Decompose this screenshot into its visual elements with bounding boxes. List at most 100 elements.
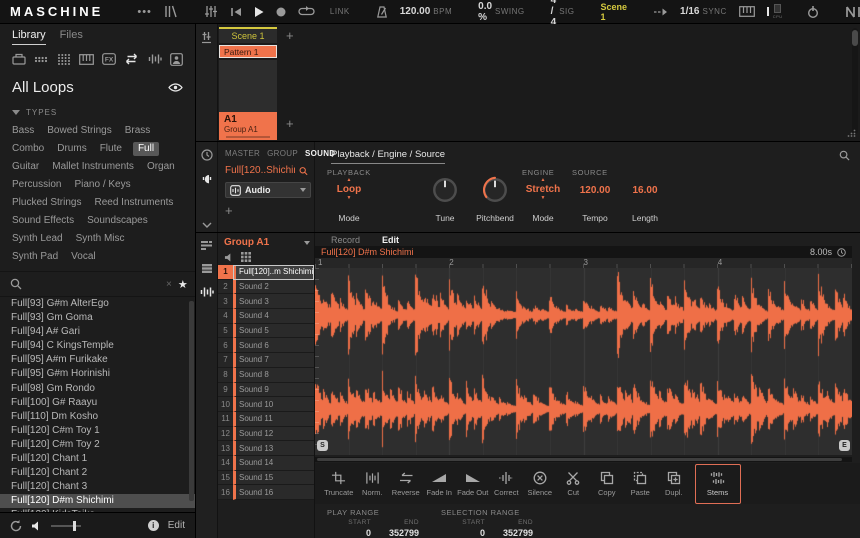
tool-button[interactable]: Correct [490,465,524,503]
sound-row[interactable]: 8 Sound 8 [218,368,314,383]
add-group-button[interactable]: + [286,117,294,130]
record-button[interactable] [270,0,292,24]
sound-row[interactable]: 5 Sound 5 [218,324,314,339]
sound-row[interactable]: 16 Sound 16 [218,485,314,500]
mixer-toggle-icon[interactable] [198,0,224,24]
play-start-value[interactable]: 0 [327,528,371,538]
selection-start-value[interactable]: 0 [441,528,485,538]
plugin-view-icon[interactable] [201,173,213,185]
grid-field[interactable]: 1/16SYNC [674,0,733,24]
type-tag[interactable]: Sound Effects [12,215,74,227]
bpm-field[interactable]: 120.00BPM [394,0,458,24]
type-tag[interactable]: Plucked Strings [12,197,81,209]
plugin-slot-dropdown[interactable]: Audio [225,182,311,198]
focused-sound-name[interactable]: Full[120..Shichimi [225,165,308,176]
type-tag[interactable]: Combo [12,143,44,155]
sampler-view-icon[interactable] [200,286,214,298]
resize-grip[interactable] [847,129,856,137]
tool-button[interactable]: Reverse [389,465,423,503]
waveform-hscrollbar[interactable] [315,457,852,462]
engine-mode-selector[interactable]: ▲ Stretch ▼ [526,178,560,201]
panel-zoom-icon[interactable] [839,150,850,161]
favorites-filter-icon[interactable]: ★ [178,278,188,291]
type-tag[interactable]: Guitar [12,161,39,173]
sound-row[interactable]: 11 Sound 11 [218,412,314,427]
result-item[interactable]: Full[120] Chant 3 [0,480,195,494]
play-end-value[interactable]: 352799 [375,528,419,538]
projects-icon[interactable] [12,53,26,65]
loops-icon[interactable] [124,53,139,65]
keyboard-button[interactable] [733,0,761,24]
editor-tab[interactable]: Record [331,235,360,246]
prehear-volume-slider[interactable] [51,525,81,527]
play-button[interactable] [248,0,270,24]
scene-tab[interactable]: Scene 1 [219,27,277,43]
tempo-value[interactable]: 120.00 [580,185,611,196]
spin-down-icon[interactable]: ▼ [347,196,352,201]
type-tag[interactable]: Synth Lead [12,233,63,245]
result-item[interactable]: Full[95] A#m Furikake [0,353,195,367]
results-scrollbar[interactable] [189,301,194,501]
loop-button[interactable] [292,0,321,24]
result-item[interactable]: Full[98] Gm Rondo [0,382,195,396]
selection-end-value[interactable]: 352799 [489,528,533,538]
sound-row[interactable]: 2 Sound 2 [218,280,314,295]
type-tag[interactable]: Synth Misc [76,233,125,245]
waveform-canvas[interactable] [315,268,852,455]
type-tag[interactable]: Full [133,142,159,156]
spin-up-icon[interactable]: ▲ [347,178,352,183]
tool-button[interactable]: Fade In [423,465,457,503]
pattern-block[interactable]: Pattern 1 [219,45,277,58]
song-view-icon[interactable] [200,31,213,44]
eye-icon[interactable] [168,83,183,92]
type-tag[interactable]: Reed Instruments [94,197,173,209]
restart-button[interactable] [224,0,248,24]
groups-icon[interactable] [57,53,71,66]
result-item[interactable]: Full[100] G# Raayu [0,396,195,410]
swing-field[interactable]: 0.0 %SWING [472,0,531,24]
tool-button[interactable]: Dupl. [657,465,691,503]
edit-button[interactable]: Edit [168,520,185,531]
tool-button[interactable]: Fade Out [456,465,490,503]
browser-tab[interactable]: Library [12,29,46,45]
start-marker[interactable]: S [317,440,328,451]
add-plugin-button[interactable]: + [225,204,308,217]
playback-mode-selector[interactable]: ▲ Loop ▼ [337,178,361,201]
tool-button[interactable]: Norm. [356,465,390,503]
type-tag[interactable]: Vocal [71,251,95,263]
result-item[interactable]: Full[93] Gm Goma [0,311,195,325]
result-item[interactable]: Full[110] Dm Kosho [0,410,195,424]
collapse-chevron-icon[interactable] [202,222,212,228]
sound-row[interactable]: 13 Sound 13 [218,441,314,456]
sounds-icon[interactable] [34,53,48,65]
sound-search-icon[interactable] [299,166,308,176]
browser-tab[interactable]: Files [60,29,83,45]
info-button[interactable]: i [148,520,159,531]
type-tag[interactable]: Soundscapes [87,215,148,227]
spin-up-icon[interactable]: ▲ [541,178,546,183]
result-item[interactable]: Full[120] D#m Shichimi [0,494,195,508]
effects-icon[interactable]: FX [102,53,116,65]
sound-row[interactable]: 14 Sound 14 [218,456,314,471]
focus-tab[interactable]: MASTER [225,149,260,158]
sound-row[interactable]: 4 Sound 4 [218,309,314,324]
tool-button[interactable]: Paste [624,465,658,503]
result-item[interactable]: Full[95] G#m Horinishi [0,367,195,381]
result-item[interactable]: Full[120] C#m Toy 2 [0,438,195,452]
clear-search-icon[interactable]: × [166,279,172,290]
result-item[interactable]: Full[93] G#m AlterEgo [0,297,195,311]
main-menu-button[interactable]: ••• [131,0,158,24]
search-input[interactable] [28,279,160,290]
link-button[interactable]: LINK [321,0,356,24]
prehear-icon[interactable] [31,521,42,531]
sound-row[interactable]: 7 Sound 7 [218,353,314,368]
channel-properties-icon[interactable] [201,149,213,161]
signature-field[interactable]: 4 / 4SIG [545,0,581,24]
tool-button[interactable]: Silence [523,465,557,503]
duration-clock-icon[interactable] [837,248,846,257]
spin-down-icon[interactable]: ▼ [541,196,546,201]
result-item[interactable]: Full[120] Chant 1 [0,452,195,466]
type-tag[interactable]: Mallet Instruments [52,161,134,173]
follow-icon[interactable] [647,0,674,24]
empty-pattern-slot[interactable] [219,60,277,73]
